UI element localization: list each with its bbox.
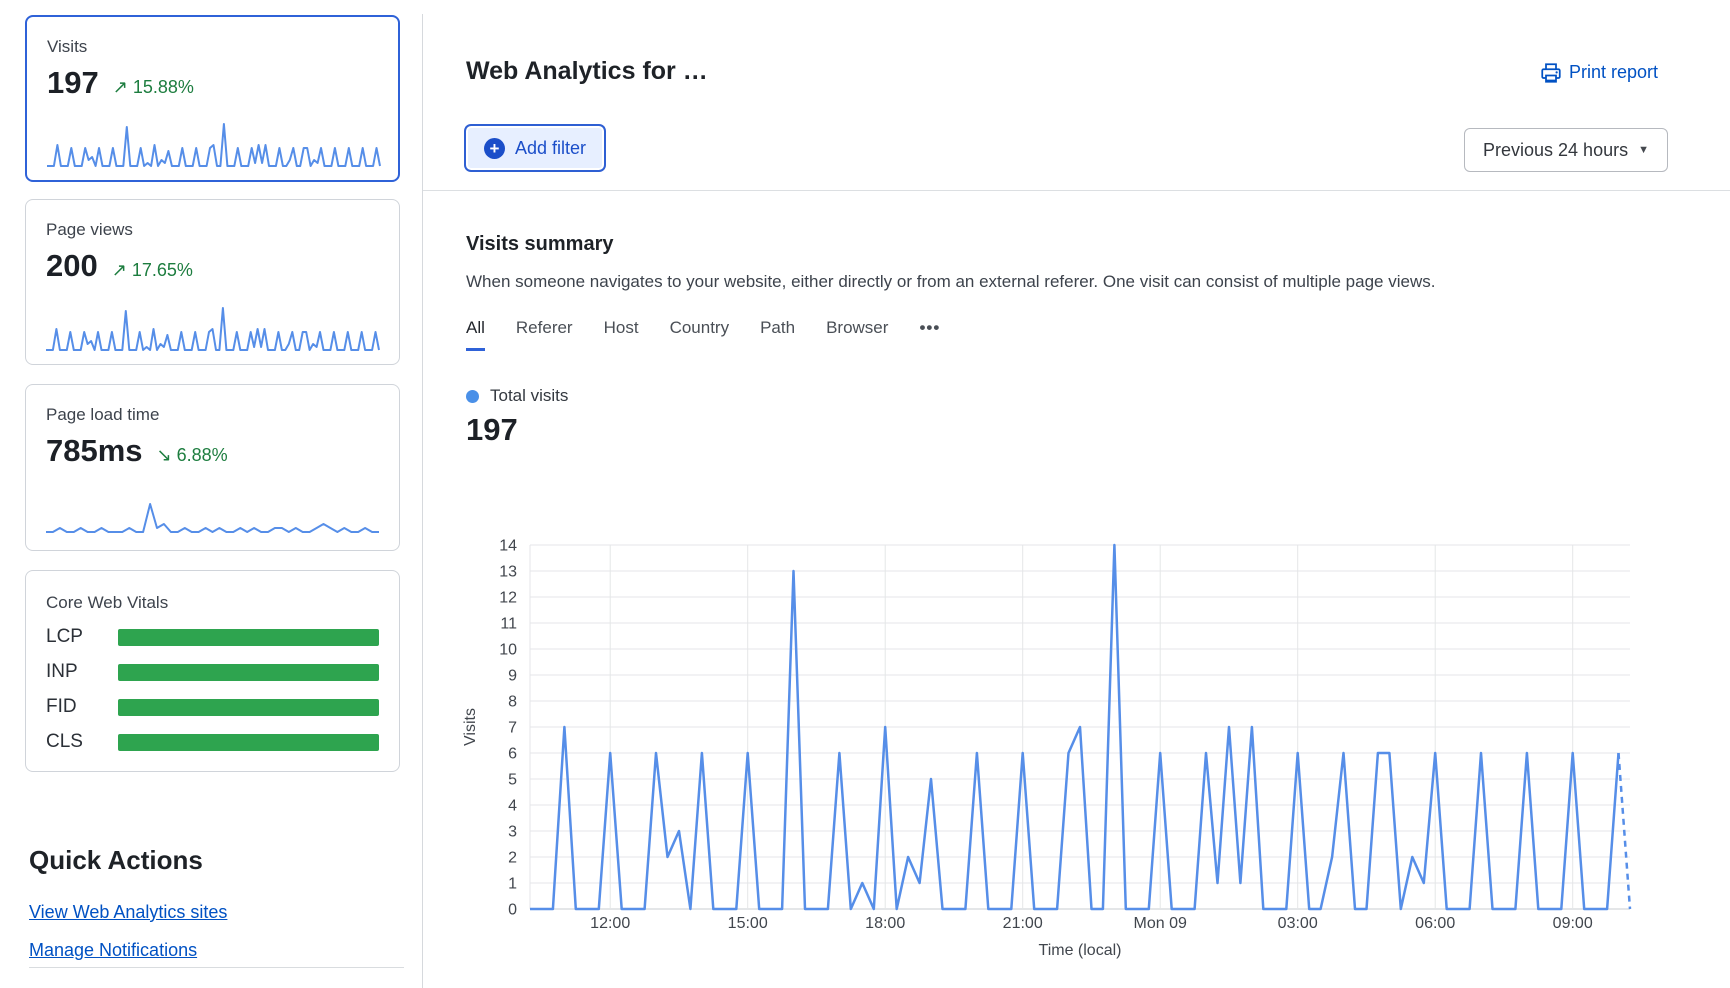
tab-country[interactable]: Country <box>670 318 730 351</box>
svg-text:4: 4 <box>508 798 517 815</box>
svg-text:Visits: Visits <box>462 708 479 746</box>
printer-icon <box>1541 63 1561 83</box>
metric-delta: ↗17.65% <box>112 260 193 281</box>
metric-label: Visits <box>47 37 378 57</box>
svg-text:18:00: 18:00 <box>865 915 905 932</box>
metric-value: 785ms <box>46 433 143 469</box>
visits-sparkline <box>45 120 382 168</box>
svg-text:06:00: 06:00 <box>1415 915 1455 932</box>
svg-text:1: 1 <box>508 876 517 893</box>
cwv-row-cls: CLS <box>46 731 379 753</box>
visits-summary-heading: Visits summary <box>466 233 614 256</box>
cwv-bar-good <box>118 629 379 646</box>
svg-text:8: 8 <box>508 694 517 711</box>
quick-actions-heading: Quick Actions <box>29 845 203 876</box>
page-title: Web Analytics for … <box>466 57 708 86</box>
add-filter-label: Add filter <box>515 138 586 159</box>
metric-label: Page load time <box>46 405 379 425</box>
svg-text:09:00: 09:00 <box>1553 915 1593 932</box>
cwv-label: LCP <box>46 626 118 648</box>
total-visits-value: 197 <box>466 412 518 448</box>
dimension-tabs: All Referer Host Country Path Browser ••… <box>466 318 940 351</box>
metric-value: 200 <box>46 248 98 284</box>
tab-all[interactable]: All <box>466 318 485 351</box>
header-divider <box>423 190 1730 191</box>
tab-overflow-ellipsis[interactable]: ••• <box>919 318 940 351</box>
manage-notifications-link[interactable]: Manage Notifications <box>29 940 197 961</box>
metric-delta-pct: 6.88% <box>177 445 228 465</box>
svg-text:15:00: 15:00 <box>728 915 768 932</box>
panel-divider <box>422 14 423 988</box>
svg-text:5: 5 <box>508 772 517 789</box>
trend-up-icon: ↗ <box>112 260 127 280</box>
trend-up-icon: ↗ <box>113 77 128 97</box>
time-range-dropdown[interactable]: Previous 24 hours ▼ <box>1464 128 1668 172</box>
cwv-row-inp: INP <box>46 661 379 683</box>
svg-text:13: 13 <box>499 564 517 581</box>
svg-text:12: 12 <box>499 590 517 607</box>
svg-text:12:00: 12:00 <box>590 915 630 932</box>
svg-text:11: 11 <box>500 616 517 633</box>
cwv-row-fid: FID <box>46 696 379 718</box>
print-report-label: Print report <box>1569 62 1658 83</box>
metric-delta-pct: 15.88% <box>133 77 194 97</box>
svg-text:21:00: 21:00 <box>1003 915 1043 932</box>
metric-card-visits[interactable]: Visits 197 ↗15.88% <box>25 15 400 182</box>
plus-circle-icon: + <box>484 138 505 159</box>
cwv-bar-good <box>118 734 379 751</box>
tab-path[interactable]: Path <box>760 318 795 351</box>
svg-text:Time (local): Time (local) <box>1039 942 1122 959</box>
chevron-down-icon: ▼ <box>1638 144 1649 156</box>
tab-host[interactable]: Host <box>604 318 639 351</box>
metric-value: 197 <box>47 65 99 101</box>
metric-label: Page views <box>46 220 379 240</box>
metric-card-core-web-vitals[interactable]: Core Web Vitals LCP INP FID CLS <box>25 570 400 772</box>
legend-label: Total visits <box>490 386 568 406</box>
svg-text:6: 6 <box>508 746 517 763</box>
svg-text:3: 3 <box>508 824 517 841</box>
add-filter-button[interactable]: + Add filter <box>464 124 606 172</box>
legend-dot-icon <box>466 390 479 403</box>
web-analytics-dashboard: { "sidebar": { "cards": [ { "label": "Vi… <box>0 0 1730 988</box>
svg-text:14: 14 <box>499 538 517 555</box>
svg-text:2: 2 <box>508 850 517 867</box>
legend-total-visits[interactable]: Total visits <box>466 386 568 406</box>
svg-text:10: 10 <box>499 642 517 659</box>
cwv-label: FID <box>46 696 118 718</box>
metric-delta-pct: 17.65% <box>132 260 193 280</box>
view-web-analytics-sites-link[interactable]: View Web Analytics sites <box>29 902 227 923</box>
svg-text:Mon 09: Mon 09 <box>1134 915 1187 932</box>
cwv-label: CLS <box>46 731 118 753</box>
cwv-row-lcp: LCP <box>46 626 379 648</box>
metric-card-page-load-time[interactable]: Page load time 785ms ↘6.88% <box>25 384 400 551</box>
page-load-time-sparkline <box>44 496 381 538</box>
svg-text:03:00: 03:00 <box>1278 915 1318 932</box>
trend-down-icon: ↘ <box>157 445 172 465</box>
visits-summary-description: When someone navigates to your website, … <box>466 272 1616 292</box>
metric-label: Core Web Vitals <box>46 593 379 613</box>
cwv-bar-good <box>118 699 379 716</box>
time-range-label: Previous 24 hours <box>1483 140 1628 161</box>
metric-delta: ↘6.88% <box>157 445 228 466</box>
cwv-bar-good <box>118 664 379 681</box>
print-report-link[interactable]: Print report <box>1541 62 1658 83</box>
tab-referer[interactable]: Referer <box>516 318 573 351</box>
cwv-label: INP <box>46 661 118 683</box>
sidebar-divider <box>29 967 404 968</box>
visits-line-chart[interactable]: 0123456789101112131412:0015:0018:0021:00… <box>425 515 1695 985</box>
metric-card-page-views[interactable]: Page views 200 ↗17.65% <box>25 199 400 365</box>
metric-delta: ↗15.88% <box>113 77 194 98</box>
page-views-sparkline <box>44 304 381 352</box>
svg-text:0: 0 <box>508 902 517 919</box>
svg-text:9: 9 <box>508 668 517 685</box>
svg-text:7: 7 <box>508 720 517 737</box>
tab-browser[interactable]: Browser <box>826 318 888 351</box>
